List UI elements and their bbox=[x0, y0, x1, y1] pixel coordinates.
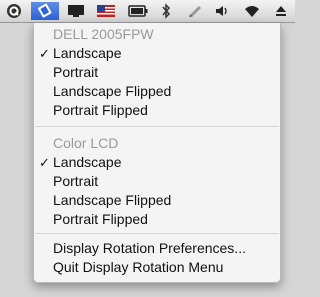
menu-separator bbox=[35, 126, 279, 127]
eject-icon[interactable] bbox=[272, 2, 290, 20]
checkmark-icon: ✓ bbox=[39, 46, 50, 61]
us-flag-icon[interactable] bbox=[96, 2, 116, 20]
volume-icon[interactable] bbox=[213, 2, 231, 20]
menu-item-lcd-portrait[interactable]: Portrait bbox=[34, 172, 280, 191]
menu-item-quit[interactable]: Quit Display Rotation Menu bbox=[34, 258, 280, 277]
menu-item-dell-portrait[interactable]: Portrait bbox=[34, 63, 280, 82]
display-header-dell: DELL 2005FPW bbox=[53, 26, 154, 42]
wifi-icon[interactable] bbox=[242, 2, 262, 20]
bluetooth-icon[interactable] bbox=[158, 2, 174, 20]
display-rotation-menu: DELL 2005FPW ✓ Landscape Portrait Landsc… bbox=[33, 23, 281, 283]
checkmark-icon: ✓ bbox=[39, 155, 50, 170]
display-rotation-icon[interactable] bbox=[31, 2, 59, 20]
q-icon[interactable] bbox=[4, 2, 24, 20]
menu-item-dell-landscape-flipped[interactable]: Landscape Flipped bbox=[34, 82, 280, 101]
menu-bar bbox=[0, 0, 295, 23]
menu-item-preferences[interactable]: Display Rotation Preferences... bbox=[34, 239, 280, 258]
menu-item-lcd-portrait-flipped[interactable]: Portrait Flipped bbox=[34, 210, 280, 229]
menu-separator bbox=[35, 233, 279, 234]
battery-icon[interactable] bbox=[127, 2, 149, 20]
monitor-icon[interactable] bbox=[66, 2, 86, 20]
display-header-color-lcd: Color LCD bbox=[53, 135, 119, 151]
pen-icon[interactable] bbox=[186, 2, 206, 20]
menu-item-lcd-landscape[interactable]: ✓ Landscape bbox=[34, 153, 280, 172]
menu-item-lcd-landscape-flipped[interactable]: Landscape Flipped bbox=[34, 191, 280, 210]
menu-item-dell-landscape[interactable]: ✓ Landscape bbox=[34, 44, 280, 63]
menu-item-dell-portrait-flipped[interactable]: Portrait Flipped bbox=[34, 101, 280, 120]
